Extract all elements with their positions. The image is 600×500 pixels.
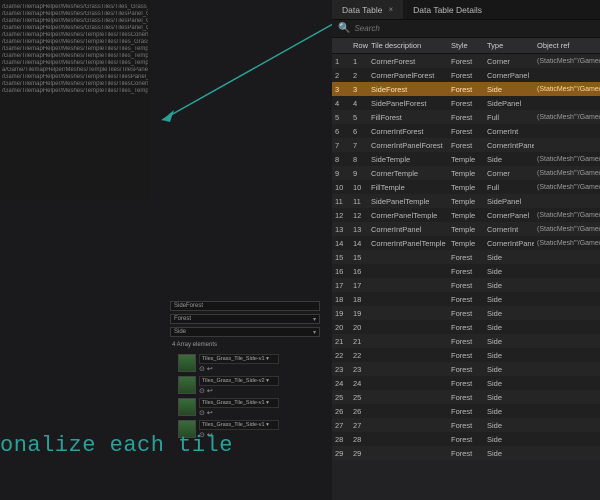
asset-path[interactable]: /Game/TilemapHelper/Meshes/GrassTiles/Ti… (2, 11, 148, 18)
table-row[interactable]: 44SidePanelForestForestSidePanel (332, 96, 600, 110)
use-icon[interactable]: ↩ (207, 365, 213, 373)
chevron-down-icon: ▾ (313, 316, 316, 323)
table-row[interactable]: 1212CornerPanelTempleTempleCornerPanel(S… (332, 208, 600, 222)
array-count-label: 4 Array elements (172, 342, 217, 348)
asset-path-list: /Game/TilemapHelper/Meshes/GrassTiles/Ti… (0, 0, 150, 200)
annotation-arrow (150, 10, 350, 130)
table-row[interactable]: 11CornerForestForestCorner(StaticMesh'"/… (332, 54, 600, 68)
mesh-thumbnail[interactable] (178, 376, 196, 394)
use-icon[interactable]: ↩ (207, 409, 213, 417)
style-dropdown[interactable]: Forest▾ (170, 314, 320, 324)
annotation-text: onalize each tile (0, 433, 233, 458)
mesh-name[interactable]: Tiles_Grass_Tile_Side-v1 ▾ (199, 354, 279, 364)
close-icon[interactable]: × (388, 5, 393, 14)
mesh-name[interactable]: Tiles_Grass_Tile_Side-v2 ▾ (199, 376, 279, 386)
mesh-name[interactable]: Tiles_Grass_Tile_Side-v1 ▾ (199, 398, 279, 408)
table-row[interactable]: 1515ForestSide (332, 250, 600, 264)
type-dropdown[interactable]: Side▾ (170, 327, 320, 337)
array-element[interactable]: Tiles_Grass_Tile_Side-v1 ▾⊙↩ (178, 352, 320, 374)
mesh-name[interactable]: Tiles_Grass_Tile_Side-v1 ▾ (199, 420, 279, 430)
browse-icon[interactable]: ⊙ (199, 409, 205, 417)
table-row[interactable]: 2525ForestSide (332, 390, 600, 404)
browse-icon[interactable]: ⊙ (199, 387, 205, 395)
array-element[interactable]: Tiles_Grass_Tile_Side-v1 ▾⊙↩ (178, 396, 320, 418)
table-row[interactable]: 1616ForestSide (332, 264, 600, 278)
table-row[interactable]: 88SideTempleTempleSide(StaticMesh'"/Game… (332, 152, 600, 166)
table-row[interactable]: 2121ForestSide (332, 334, 600, 348)
asset-path[interactable]: /Game/TilemapHelper/Meshes/TempleTiles/T… (2, 60, 148, 67)
asset-path[interactable]: /Game/TilemapHelper/Meshes/TempleTiles/T… (2, 88, 148, 95)
asset-path[interactable]: /Game/TilemapHelper/Meshes/GrassTiles/Ti… (2, 4, 148, 11)
table-row[interactable]: 2626ForestSide (332, 404, 600, 418)
table-row[interactable]: 77CornerIntPanelForestForestCornerIntPan… (332, 138, 600, 152)
use-icon[interactable]: ↩ (207, 387, 213, 395)
tab-data-table-details[interactable]: Data Table Details (403, 0, 492, 19)
tab-bar: Data Table × Data Table Details (332, 0, 600, 20)
table-row[interactable]: 1818ForestSide (332, 292, 600, 306)
table-row[interactable]: 2424ForestSide (332, 376, 600, 390)
table-row[interactable]: 22CornerPanelForestForestCornerPanel (332, 68, 600, 82)
search-icon: 🔍 (338, 23, 350, 34)
table-row[interactable]: 1111SidePanelTempleTempleSidePanel (332, 194, 600, 208)
table-row[interactable]: 55FillForestForestFull(StaticMesh'"/Game… (332, 110, 600, 124)
table-row[interactable]: 2929ForestSide (332, 446, 600, 460)
table-row[interactable]: 2323ForestSide (332, 362, 600, 376)
table-row[interactable]: 1010FillTempleTempleFull(StaticMesh'"/Ga… (332, 180, 600, 194)
table-row[interactable]: 2828ForestSide (332, 432, 600, 446)
browse-icon[interactable]: ⊙ (199, 365, 205, 373)
asset-path[interactable]: /Game/TilemapHelper/Meshes/TempleTiles/T… (2, 74, 148, 81)
asset-path[interactable]: a/Game/TilemapHelper/Meshes/TempleTiles/… (2, 67, 148, 74)
name-field[interactable]: SideForest (170, 301, 320, 311)
table-row[interactable]: 66CornerIntForestForestCornerInt (332, 124, 600, 138)
table-row[interactable]: 33SideForestForestSide(StaticMesh'"/Game… (332, 82, 600, 96)
table-row[interactable]: 2020ForestSide (332, 320, 600, 334)
asset-path[interactable]: /Game/TilemapHelper/Meshes/TempleTiles/T… (2, 53, 148, 60)
asset-path[interactable]: /Game/TilemapHelper/Meshes/TempleTiles/T… (2, 32, 148, 39)
table-row[interactable]: 1313CornerIntPanelTempleCornerInt(Static… (332, 222, 600, 236)
tab-data-table[interactable]: Data Table × (332, 0, 403, 19)
table-row[interactable]: 1919ForestSide (332, 306, 600, 320)
asset-path[interactable]: /Game/TilemapHelper/Meshes/TempleTiles/T… (2, 39, 148, 46)
table-row[interactable]: 2727ForestSide (332, 418, 600, 432)
data-table-panel: Data Table × Data Table Details 🔍 Row Ti… (332, 0, 600, 500)
row-details-panel: SideForest Forest▾ Side▾ 4 Array element… (170, 300, 320, 440)
search-bar[interactable]: 🔍 (332, 20, 600, 38)
chevron-down-icon: ▾ (313, 329, 316, 336)
table-header[interactable]: Row Tile description Style Type Object r… (332, 38, 600, 54)
data-table: Row Tile description Style Type Object r… (332, 38, 600, 460)
search-input[interactable] (354, 24, 594, 33)
array-element[interactable]: Tiles_Grass_Tile_Side-v2 ▾⊙↩ (178, 374, 320, 396)
asset-path[interactable]: /Game/TilemapHelper/Meshes/TempleTiles/T… (2, 46, 148, 53)
table-row[interactable]: 1717ForestSide (332, 278, 600, 292)
asset-path[interactable]: /Game/TilemapHelper/Meshes/GrassTiles/Ti… (2, 25, 148, 32)
mesh-thumbnail[interactable] (178, 398, 196, 416)
table-row[interactable]: 99CornerTempleTempleCorner(StaticMesh'"/… (332, 166, 600, 180)
asset-path[interactable]: /Game/TilemapHelper/Meshes/GrassTiles/Ti… (2, 18, 148, 25)
table-row[interactable]: 2222ForestSide (332, 348, 600, 362)
asset-path[interactable]: /Game/TilemapHelper/Meshes/TempleTiles/T… (2, 81, 148, 88)
table-row[interactable]: 1414CornerIntPanelTempleTempleCornerIntP… (332, 236, 600, 250)
mesh-thumbnail[interactable] (178, 354, 196, 372)
